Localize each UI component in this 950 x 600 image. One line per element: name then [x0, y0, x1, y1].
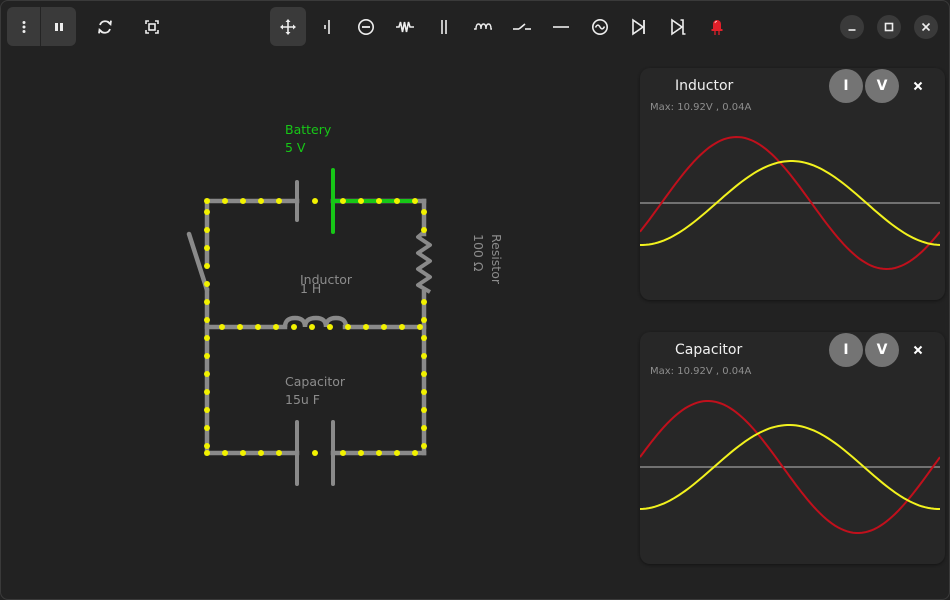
electron-dot	[340, 450, 346, 456]
battery-label: Battery	[285, 122, 332, 137]
electron-dot	[204, 299, 210, 305]
electron-dot	[412, 198, 418, 204]
electron-dot	[204, 245, 210, 251]
electron-dot	[381, 324, 387, 330]
electron-dot	[312, 450, 318, 456]
electron-dot	[376, 450, 382, 456]
electron-dot	[421, 317, 427, 323]
electron-dot	[240, 450, 246, 456]
electron-dot	[394, 450, 400, 456]
electron-dot	[255, 324, 261, 330]
inductor-value: 1 H	[300, 281, 322, 296]
electron-dot	[417, 324, 423, 330]
electron-dot	[204, 425, 210, 431]
panel-close-button[interactable]	[908, 76, 928, 96]
inductor-graph-panel: Inductor Max: 10.92V , 0.04A I V	[640, 68, 945, 300]
electron-dot	[291, 324, 297, 330]
electron-dot	[276, 198, 282, 204]
electron-dot	[204, 281, 210, 287]
panel-max-readout: Max: 10.92V , 0.04A	[650, 366, 752, 377]
electron-dot	[421, 353, 427, 359]
resistor-component[interactable]	[416, 230, 432, 294]
capacitor-graph-panel: Capacitor Max: 10.92V , 0.04A I V	[640, 332, 945, 564]
electron-dot	[412, 450, 418, 456]
electron-dot	[204, 209, 210, 215]
capacitor-label: Capacitor	[285, 374, 346, 389]
electron-dot	[204, 371, 210, 377]
electron-dot	[273, 324, 279, 330]
electron-dot	[276, 450, 282, 456]
electron-dot	[237, 324, 243, 330]
resistor-label-group: Resistor 100 Ω	[455, 234, 505, 284]
panel-title: Inductor	[675, 78, 734, 94]
electron-dot	[258, 450, 264, 456]
electron-dot	[204, 317, 210, 323]
panel-max-readout: Max: 10.92V , 0.04A	[650, 102, 752, 113]
electron-dot	[222, 450, 228, 456]
electron-dot	[312, 198, 318, 204]
resistor-value: 100 Ω	[471, 234, 486, 272]
electron-dot	[327, 324, 333, 330]
electron-dot	[204, 407, 210, 413]
electron-dot	[358, 450, 364, 456]
electron-dot	[345, 324, 351, 330]
electron-dot	[376, 198, 382, 204]
electron-dot	[399, 324, 405, 330]
electron-dot	[363, 324, 369, 330]
electron-dot	[258, 198, 264, 204]
electron-dot	[204, 227, 210, 233]
battery-value: 5 V	[285, 140, 306, 155]
electron-dot	[204, 198, 210, 204]
current-toggle-button[interactable]: I	[829, 333, 863, 367]
electron-dot	[421, 407, 427, 413]
electron-dot	[204, 353, 210, 359]
electron-dot	[421, 299, 427, 305]
voltage-toggle-button[interactable]: V	[865, 333, 899, 367]
electron-dot	[219, 324, 225, 330]
close-icon	[913, 81, 923, 91]
resistor-label: Resistor	[489, 234, 504, 284]
electron-dot	[204, 443, 210, 449]
electron-dot	[204, 335, 210, 341]
waveform-graph	[640, 400, 940, 534]
current-toggle-button[interactable]: I	[829, 69, 863, 103]
close-icon	[913, 345, 923, 355]
electron-dot	[421, 335, 427, 341]
electron-dot	[309, 324, 315, 330]
switch-component[interactable]	[186, 231, 210, 293]
electron-dot	[421, 425, 427, 431]
electron-dot	[358, 198, 364, 204]
electron-dot	[421, 443, 427, 449]
electron-dot	[222, 198, 228, 204]
electron-dot	[421, 371, 427, 377]
electron-dot	[421, 389, 427, 395]
electron-dot	[421, 209, 427, 215]
electron-dot	[240, 198, 246, 204]
panel-close-button[interactable]	[908, 340, 928, 360]
panel-title: Capacitor	[675, 342, 743, 358]
electron-dot	[340, 198, 346, 204]
capacitor-value: 15u F	[285, 392, 320, 407]
electron-dot	[204, 450, 210, 456]
waveform-graph	[640, 135, 940, 271]
electron-dot	[394, 198, 400, 204]
electron-dot	[204, 263, 210, 269]
electron-dot	[421, 227, 427, 233]
voltage-toggle-button[interactable]: V	[865, 69, 899, 103]
electron-dot	[204, 389, 210, 395]
